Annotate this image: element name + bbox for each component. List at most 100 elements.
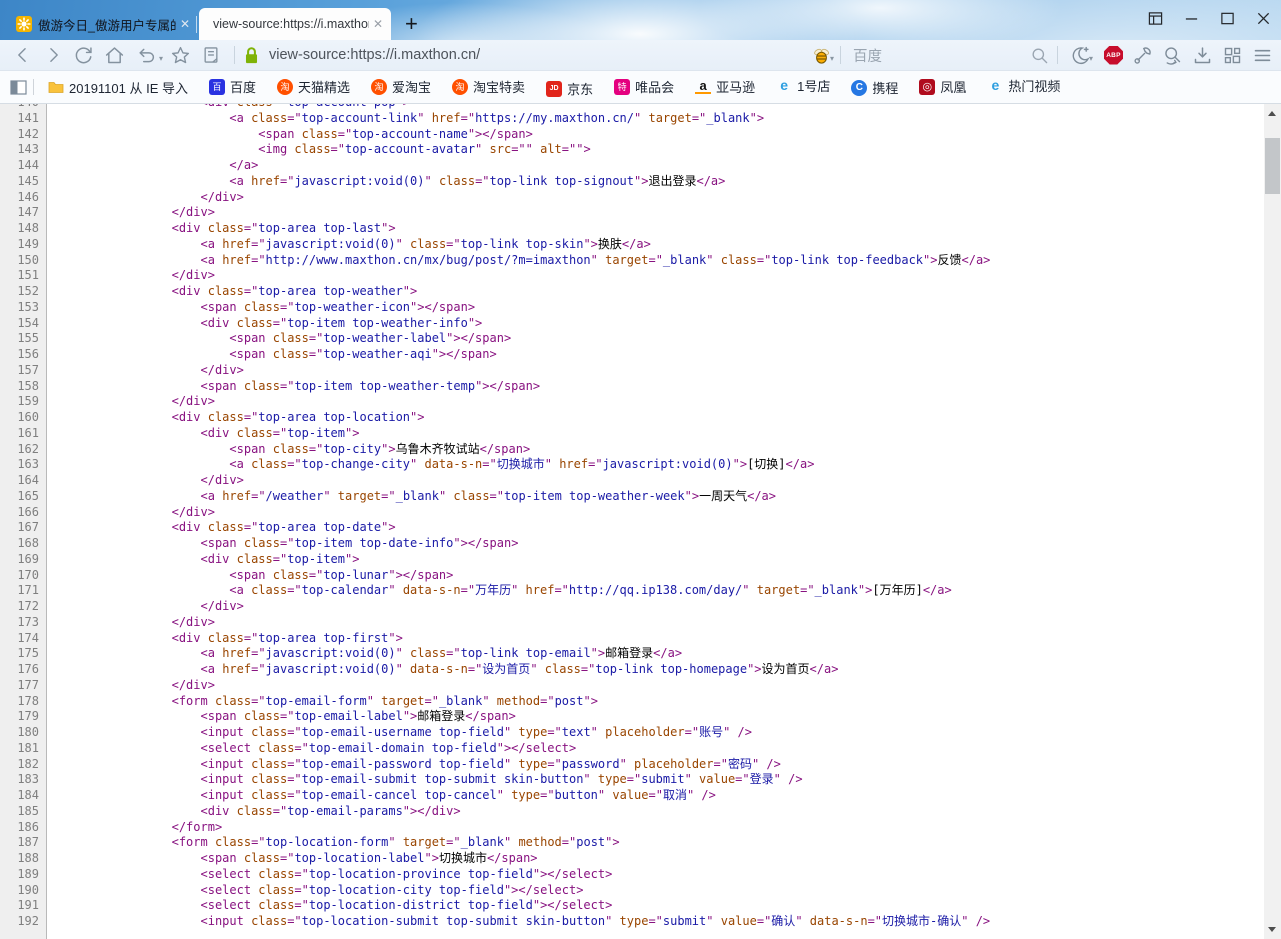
search-separator xyxy=(840,46,841,64)
bookmark-item-vipshop[interactable]: 特唯品会 xyxy=(608,74,680,99)
favorite-star-icon[interactable] xyxy=(170,45,191,66)
source-line: 180 <input class="top-email-username top… xyxy=(0,725,1264,741)
line-content: <span class="top-weather-label"></span> xyxy=(46,331,511,347)
bookmark-item-baidu[interactable]: 百百度 xyxy=(203,74,262,99)
line-content: <div class="top-account-pop"> xyxy=(46,104,410,111)
bookmark-label: 百度 xyxy=(230,77,256,96)
line-content: </div> xyxy=(46,678,215,694)
maximize-icon[interactable] xyxy=(1220,11,1235,26)
line-content: <div class="top-item"> xyxy=(46,552,359,568)
toolbar-separator xyxy=(234,46,235,64)
home-icon[interactable] xyxy=(104,45,125,66)
download-icon[interactable] xyxy=(1192,45,1213,66)
quick-access-grid-icon[interactable] xyxy=(1222,45,1243,66)
back-icon[interactable] xyxy=(13,45,33,65)
bookmark-folder-ie-import[interactable]: 20191101 从 IE 导入 xyxy=(42,75,194,100)
line-number: 166 xyxy=(0,505,46,521)
source-line: 176 <a href="javascript:void(0)" data-s-… xyxy=(0,662,1264,678)
night-mode-icon[interactable] xyxy=(1070,45,1091,66)
line-number: 190 xyxy=(0,883,46,899)
bookmark-item-ifeng[interactable]: ◎凤凰 xyxy=(913,74,972,99)
source-line: 168 <span class="top-item top-date-info"… xyxy=(0,536,1264,552)
line-number: 163 xyxy=(0,457,46,473)
line-number: 168 xyxy=(0,536,46,552)
line-content: </div> xyxy=(46,363,244,379)
source-line: 172 </div> xyxy=(0,599,1264,615)
line-number: 146 xyxy=(0,190,46,206)
toolbar-separator xyxy=(1057,46,1058,64)
search-box[interactable]: ▾ 百度 xyxy=(811,45,1049,66)
vertical-scrollbar[interactable] xyxy=(1264,104,1281,939)
bookmark-item-hot-video[interactable]: e热门视频 xyxy=(981,73,1066,98)
line-number: 161 xyxy=(0,426,46,442)
resource-sniffer-icon[interactable] xyxy=(1162,45,1183,66)
source-line: 162 <span class="top-city">乌鲁木齐牧试站</span… xyxy=(0,442,1264,458)
search-engine-caret[interactable]: ▾ xyxy=(830,54,834,63)
source-line: 185 <div class="top-email-params"></div> xyxy=(0,804,1264,820)
bookmark-item-taobao-temai[interactable]: 淘淘宝特卖 xyxy=(446,74,531,99)
tab-close-icon[interactable]: ✕ xyxy=(180,18,190,30)
line-content: <select class="top-location-province top… xyxy=(46,867,612,883)
reading-list-icon[interactable] xyxy=(201,45,221,65)
new-tab-button[interactable]: + xyxy=(405,14,418,34)
source-line: 189 <select class="top-location-province… xyxy=(0,867,1264,883)
line-number: 178 xyxy=(0,694,46,710)
undo-icon[interactable] xyxy=(135,45,156,66)
source-line: 143 <img class="top-account-avatar" src=… xyxy=(0,142,1264,158)
scrollbar-thumb[interactable] xyxy=(1265,138,1280,194)
main-menu-icon[interactable] xyxy=(1252,45,1273,66)
scroll-up-arrow-icon[interactable] xyxy=(1268,111,1276,116)
line-content: <form class="top-email-form" target="_bl… xyxy=(46,694,598,710)
lock-icon[interactable] xyxy=(243,46,260,65)
line-number: 177 xyxy=(0,678,46,694)
split-screen-icon[interactable] xyxy=(1148,11,1163,26)
bookmark-item-ctrip[interactable]: C携程 xyxy=(845,75,904,100)
minimize-icon[interactable] xyxy=(1184,11,1199,26)
source-line: 141 <a class="top-account-link" href="ht… xyxy=(0,111,1264,127)
bookmark-item-aitaobao[interactable]: 淘爱淘宝 xyxy=(365,74,437,99)
line-content: <select class="top-location-district top… xyxy=(46,898,612,914)
tab-view-source[interactable]: view-source:https://i.maxthon.cn/ ✕ xyxy=(199,8,391,40)
line-number: 152 xyxy=(0,284,46,300)
line-content: </div> xyxy=(46,505,215,521)
search-submit-icon[interactable] xyxy=(1030,46,1049,65)
source-line: 191 <select class="top-location-district… xyxy=(0,898,1264,914)
source-line: 188 <span class="top-location-label">切换城… xyxy=(0,851,1264,867)
line-number: 145 xyxy=(0,174,46,190)
line-number: 172 xyxy=(0,599,46,615)
line-content: <span class="top-email-label">邮箱登录</span… xyxy=(46,709,516,725)
address-bar[interactable]: view-source:https://i.maxthon.cn/ xyxy=(243,46,811,65)
sidebar-toggle-icon[interactable] xyxy=(10,80,27,95)
source-code: 140 <div class="top-account-pop">141 <a … xyxy=(0,104,1264,930)
tab-close-icon[interactable]: ✕ xyxy=(373,18,383,30)
bookmark-item-amazon[interactable]: a亚马逊 xyxy=(689,74,761,99)
ifeng-favicon: ◎ xyxy=(919,79,935,95)
line-content: <div class="top-area top-first"> xyxy=(46,631,403,647)
bookmark-item-tmall-jingxuan[interactable]: 淘天猫精选 xyxy=(271,74,356,99)
source-line: 145 <a href="javascript:void(0)" class="… xyxy=(0,174,1264,190)
scroll-down-arrow-icon[interactable] xyxy=(1268,927,1276,932)
reload-icon[interactable] xyxy=(73,45,94,66)
bookmark-item-yhd[interactable]: e1号店 xyxy=(770,73,836,98)
maxthon-today-favicon xyxy=(16,16,32,32)
folder-icon xyxy=(48,79,64,95)
line-number: 150 xyxy=(0,253,46,269)
line-content: <span class="top-item top-weather-temp">… xyxy=(46,379,540,395)
source-line: 158 <span class="top-item top-weather-te… xyxy=(0,379,1264,395)
undo-dropdown-caret[interactable]: ▾ xyxy=(159,54,163,63)
line-content: <a class="top-calendar" data-s-n="万年历" h… xyxy=(46,583,952,599)
wrench-tools-icon[interactable] xyxy=(1132,45,1153,66)
line-number: 185 xyxy=(0,804,46,820)
line-number: 192 xyxy=(0,914,46,930)
tab-maxthon-today[interactable]: 傲游今日_傲游用户专属的网页 ✕ xyxy=(10,8,194,40)
forward-icon[interactable] xyxy=(43,45,63,65)
night-mode-caret[interactable]: ▾ xyxy=(1089,54,1093,63)
line-content: <span class="top-item top-date-info"></s… xyxy=(46,536,518,552)
close-icon[interactable] xyxy=(1256,11,1271,26)
bookmark-item-jd[interactable]: JD京东 xyxy=(540,76,599,101)
adblock-plus-icon[interactable]: ABP xyxy=(1104,46,1123,65)
search-engine-bee-icon[interactable] xyxy=(811,45,832,66)
source-line: 177 </div> xyxy=(0,678,1264,694)
line-content: <a class="top-account-link" href="https:… xyxy=(46,111,764,127)
search-input[interactable]: 百度 xyxy=(853,45,1030,66)
